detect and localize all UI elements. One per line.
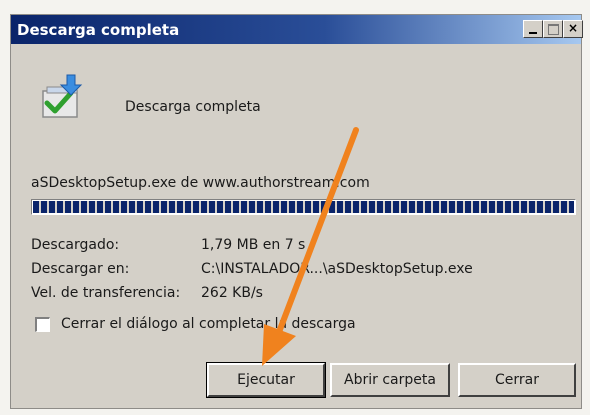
close-on-complete-label[interactable]: Cerrar el diálogo al completar la descar… (61, 316, 356, 332)
download-to-value: C:\INSTALADOR...\aSDesktopSetup.exe (201, 261, 473, 277)
title-bar[interactable]: Descarga completa × (11, 15, 583, 44)
download-complete-dialog: Descarga completa × Descarga completa aS… (10, 14, 583, 409)
download-source-text: aSDesktopSetup.exe de www.authorstream.c… (31, 175, 370, 191)
window-title: Descarga completa (17, 21, 180, 39)
download-to-label: Descargar en: (31, 261, 130, 277)
minimize-button[interactable] (523, 20, 543, 38)
downloaded-label: Descargado: (31, 237, 120, 253)
maximize-button[interactable] (543, 20, 563, 38)
run-button[interactable]: Ejecutar (206, 362, 326, 398)
dialog-heading: Descarga completa (125, 99, 261, 115)
progress-fill (33, 201, 574, 213)
download-progress-bar (31, 199, 576, 215)
close-window-button[interactable]: × (563, 20, 583, 38)
close-button[interactable]: Cerrar (458, 363, 576, 397)
downloaded-value: 1,79 MB en 7 s (201, 237, 306, 253)
transfer-rate-value: 262 KB/s (201, 285, 263, 301)
transfer-rate-label: Vel. de transferencia: (31, 285, 181, 301)
close-on-complete-checkbox[interactable] (35, 317, 50, 332)
download-complete-icon (37, 73, 85, 121)
open-folder-button[interactable]: Abrir carpeta (330, 363, 450, 397)
